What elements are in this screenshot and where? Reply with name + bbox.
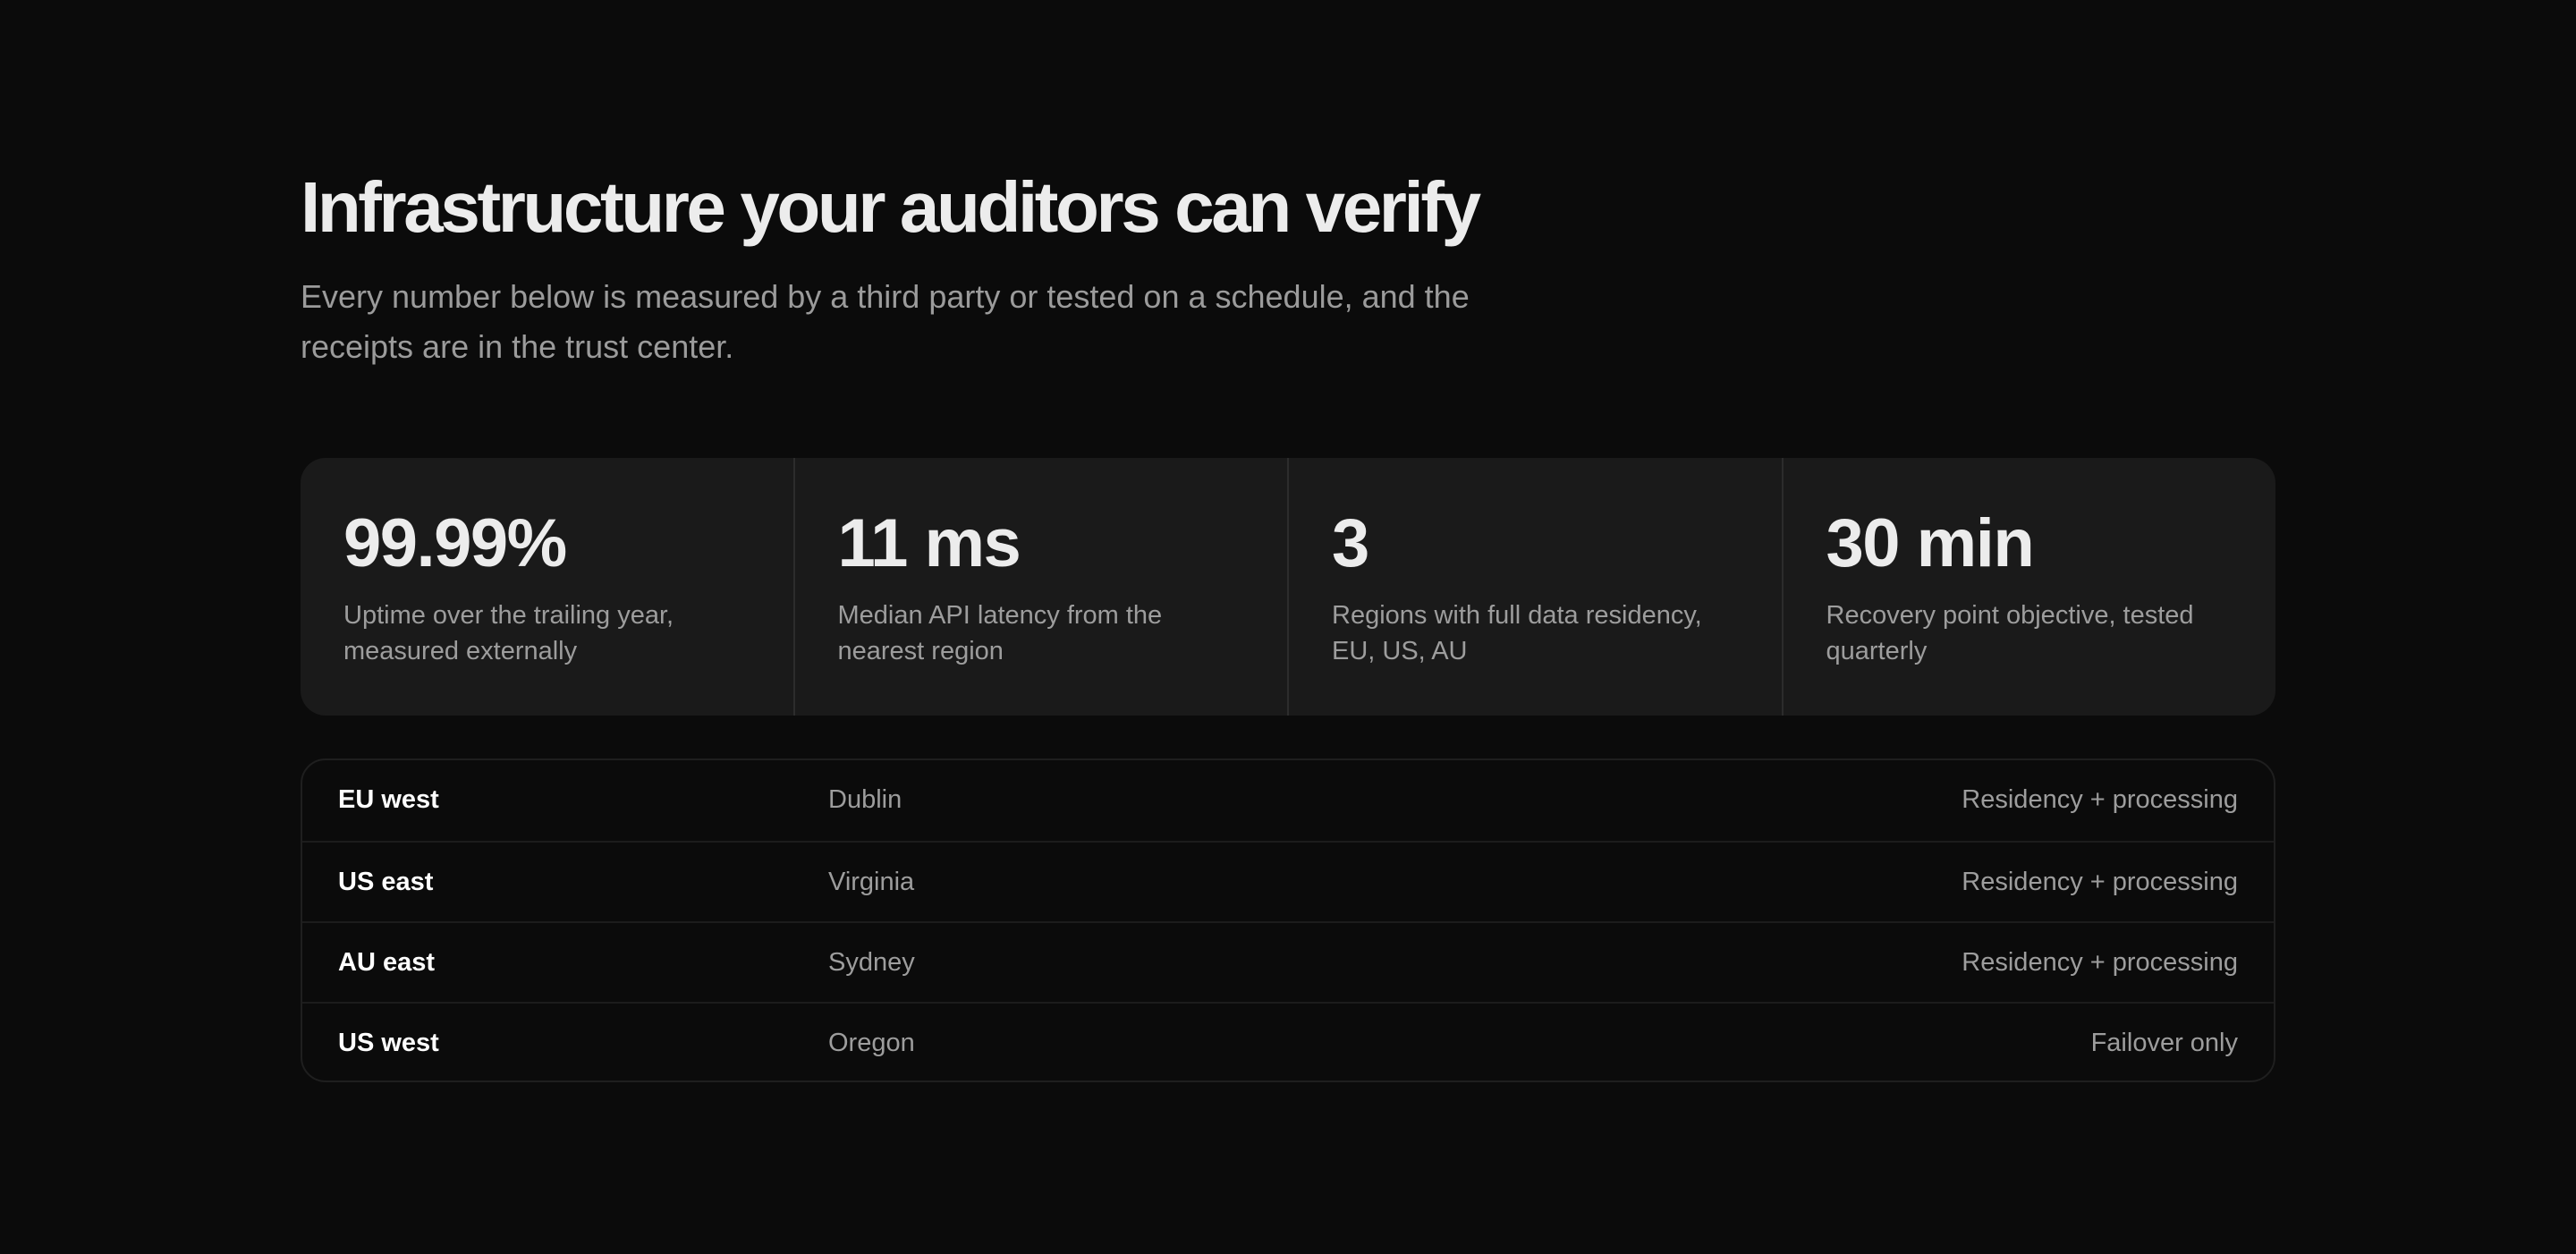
- stat-description: Uptime over the trailing year, measured …: [343, 601, 674, 665]
- region-role: Residency + processing: [1962, 868, 2238, 896]
- regions-table: EU west Dublin Residency + processing US…: [301, 758, 2275, 1082]
- table-row: AU east Sydney Residency + processing: [302, 921, 2274, 1002]
- stat-uptime: 99.99% Uptime over the trailing year, me…: [301, 458, 793, 716]
- region-role: Residency + processing: [1962, 785, 2238, 814]
- stat-recovery: 30 min Recovery point objective, tested …: [1781, 458, 2276, 716]
- stat-latency: 11 ms Median API latency from the neares…: [792, 458, 1288, 716]
- region-role: Failover only: [2090, 1029, 2238, 1057]
- stat-description: Regions with full data residency, EU, US…: [1332, 601, 1702, 665]
- region-name: US west: [338, 1029, 439, 1057]
- region-city: Sydney: [828, 948, 915, 977]
- stat-regions: 3 Regions with full data residency, EU, …: [1287, 458, 1782, 716]
- table-row: US west Oregon Failover only: [302, 1002, 2274, 1080]
- stat-value: 99.99%: [343, 505, 567, 581]
- region-city: Dublin: [828, 785, 902, 814]
- stat-description: Median API latency from the nearest regi…: [837, 601, 1163, 665]
- region-name: US east: [338, 868, 434, 896]
- region-city: Oregon: [828, 1029, 915, 1057]
- table-row: US east Virginia Residency + processing: [302, 841, 2274, 921]
- stat-description: Recovery point objective, tested quarter…: [1826, 601, 2194, 665]
- stat-value: 3: [1332, 505, 1369, 581]
- page-title: Infrastructure your auditors can verify: [301, 167, 1481, 247]
- region-name: EU west: [338, 785, 439, 814]
- region-name: AU east: [338, 948, 435, 977]
- page-subtitle: Every number below is measured by a thir…: [301, 278, 1470, 365]
- stats-card: 99.99% Uptime over the trailing year, me…: [301, 458, 2275, 716]
- region-city: Virginia: [828, 868, 915, 896]
- stat-value: 11 ms: [837, 505, 1021, 581]
- region-role: Residency + processing: [1962, 948, 2238, 977]
- table-row: EU west Dublin Residency + processing: [302, 760, 2274, 841]
- stat-value: 30 min: [1826, 505, 2035, 581]
